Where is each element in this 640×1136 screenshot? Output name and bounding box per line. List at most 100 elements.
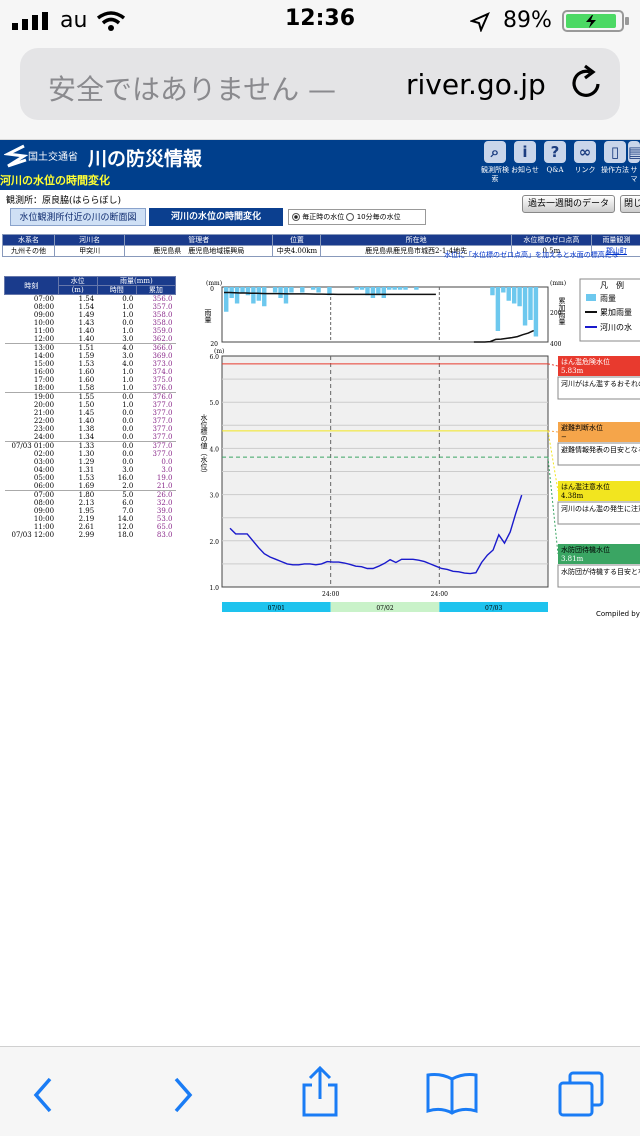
row-rain-cum: 362.0 [136, 335, 176, 344]
bookmarks-icon[interactable] [425, 1071, 479, 1115]
rain-bar [272, 287, 278, 293]
url-field[interactable]: 安全ではありません — river.go.jp [20, 48, 620, 120]
row-rain-cum: 0.0 [161, 458, 173, 466]
search-icon: ⌕ [484, 141, 506, 163]
row-rain-cum: 358.0 [152, 319, 173, 327]
nav-howto[interactable]: ▯ 操作方法 [601, 140, 629, 190]
row-level: 2.99 [78, 531, 95, 539]
nav-notice[interactable]: i お知らせ [511, 140, 539, 190]
row-rain-hourly: 0.0 [122, 295, 134, 303]
row-level: 1.60 [78, 376, 95, 384]
table-row: 17:00 1.60 1.0 375.0 [5, 376, 176, 384]
col-level: 水位 [57, 276, 98, 286]
col-rain-cum: 累加 [135, 285, 177, 295]
row-level: 1.49 [78, 311, 95, 319]
rain-bar [289, 287, 294, 293]
row-level: 1.54 [78, 303, 95, 311]
table-row: 05:00 1.53 16.0 19.0 [5, 474, 176, 482]
rain-bar [359, 287, 365, 290]
row-time: 07:00 [33, 491, 55, 499]
nav-qa[interactable]: ? Q&A [541, 140, 569, 190]
rain-bar [370, 287, 376, 298]
station-label: 観測所：原良脇(はららぼし) [6, 196, 122, 206]
rain-bar [392, 287, 397, 290]
row-time: 07/03 01:00 [11, 442, 55, 450]
table-row: 10:00 2.19 14.0 53.0 [5, 515, 176, 523]
row-rain-hourly: 14.0 [117, 515, 134, 523]
battery-icon [562, 10, 629, 32]
close-button[interactable]: 閉じ [620, 195, 640, 213]
nav-link[interactable]: ∞ リンク [571, 140, 599, 190]
row-rain-hourly: 1.0 [122, 368, 134, 376]
threshold-value: 3.81m [561, 555, 584, 563]
tabs-icon[interactable] [556, 1069, 608, 1119]
row-level: 1.53 [78, 474, 95, 482]
nav-station-search[interactable]: ⌕ 観測所検索 [481, 140, 509, 190]
back-icon[interactable] [28, 1075, 58, 1115]
rain-tick: 0 [210, 286, 214, 293]
zero-point-note: 水位に「水位標のゼロ点高」を加えると水面の標高にな [444, 251, 619, 259]
legend-rain-label: 雨量 [600, 294, 616, 303]
threshold-name: 水防団待機水位 [561, 545, 610, 554]
row-time: 24:00 [4, 433, 59, 442]
reload-icon[interactable] [568, 62, 604, 102]
location-arrow-icon [470, 12, 490, 32]
rain-bar [490, 287, 495, 296]
row-level: 1.30 [78, 450, 95, 458]
rain-bar [387, 287, 392, 290]
info-header: 位置 [272, 234, 322, 246]
info-header-row: 水系名 河川名 管理者 位置 所在地 水位標のゼロ点高 雨量観測 [1, 234, 640, 246]
row-rain-hourly: 3.0 [122, 352, 134, 360]
table-row: 07:00 1.80 5.0 26.0 [5, 491, 176, 500]
radio-10min[interactable] [346, 213, 355, 221]
row-rain-hourly: 0.0 [122, 393, 134, 401]
legend-cum-label: 累加雨量 [600, 307, 632, 317]
row-time: 05:00 [33, 474, 55, 482]
status-bar: au 12:36 89% [0, 0, 640, 40]
row-rain-hourly: 7.0 [122, 507, 134, 515]
row-rain-hourly: 0.0 [122, 442, 134, 450]
row-level: 1.40 [78, 417, 95, 425]
table-row: 09:00 1.49 1.0 358.0 [5, 311, 176, 319]
row-rain-cum: 366.0 [152, 344, 173, 352]
row-level: 1.95 [78, 507, 95, 515]
row-time: 15:00 [33, 360, 55, 368]
row-rain-hourly: 4.0 [122, 360, 134, 368]
row-rain-cum: 375.0 [152, 376, 173, 384]
nav-sitemap[interactable]: ▤ サマ [628, 140, 640, 190]
row-level: 1.50 [78, 401, 95, 409]
rain-bar [506, 287, 511, 301]
rain-bar [414, 287, 419, 290]
info-header: 所在地 [320, 234, 512, 246]
level-tick: 2.0 [209, 539, 219, 546]
level-tick: 5.0 [209, 400, 219, 407]
forward-icon[interactable] [168, 1075, 198, 1115]
row-rain-hourly: 0.0 [97, 433, 137, 442]
col-rain-hourly: 時間 [96, 285, 137, 295]
row-level: 1.80 [78, 491, 95, 499]
row-rain-cum: 53.0 [156, 515, 173, 523]
level-tick: 3.0 [209, 493, 219, 500]
row-level: 1.53 [78, 360, 95, 368]
level-axis-label: 水位標の値（水位） [200, 413, 208, 477]
rain-bar [240, 287, 245, 293]
row-rain-hourly: 3.0 [122, 466, 134, 474]
table-row: 03:00 1.29 0.0 0.0 [5, 458, 176, 466]
row-rain-hourly: 0.0 [122, 425, 134, 433]
row-rain-hourly: 1.0 [97, 384, 137, 393]
row-level: 1.51 [78, 344, 95, 352]
row-level: 1.55 [78, 393, 95, 401]
tab-time-change[interactable]: 河川の水位の時間変化 [149, 208, 283, 226]
past-week-button[interactable]: 過去一週間のデータ [522, 195, 615, 213]
row-rain-hourly: 1.0 [122, 311, 134, 319]
row-time: 16:00 [33, 368, 55, 376]
row-time: 06:00 [4, 482, 59, 491]
info-header: 雨量観測 [590, 234, 640, 246]
tab-cross-section[interactable]: 水位観測所付近の川の断面図 [10, 208, 146, 226]
row-rain-hourly: 1.0 [122, 401, 134, 409]
info-value: 甲突川 [54, 245, 126, 257]
water-level-chart: (mm)020雨量(mm)200400累加雨量凡 例雨量累加雨量河川の水1.02… [200, 278, 640, 612]
table-row: 24:00 1.34 0.0 377.0 [4, 433, 176, 442]
share-icon[interactable] [298, 1065, 342, 1119]
radio-hourly[interactable] [292, 213, 300, 221]
